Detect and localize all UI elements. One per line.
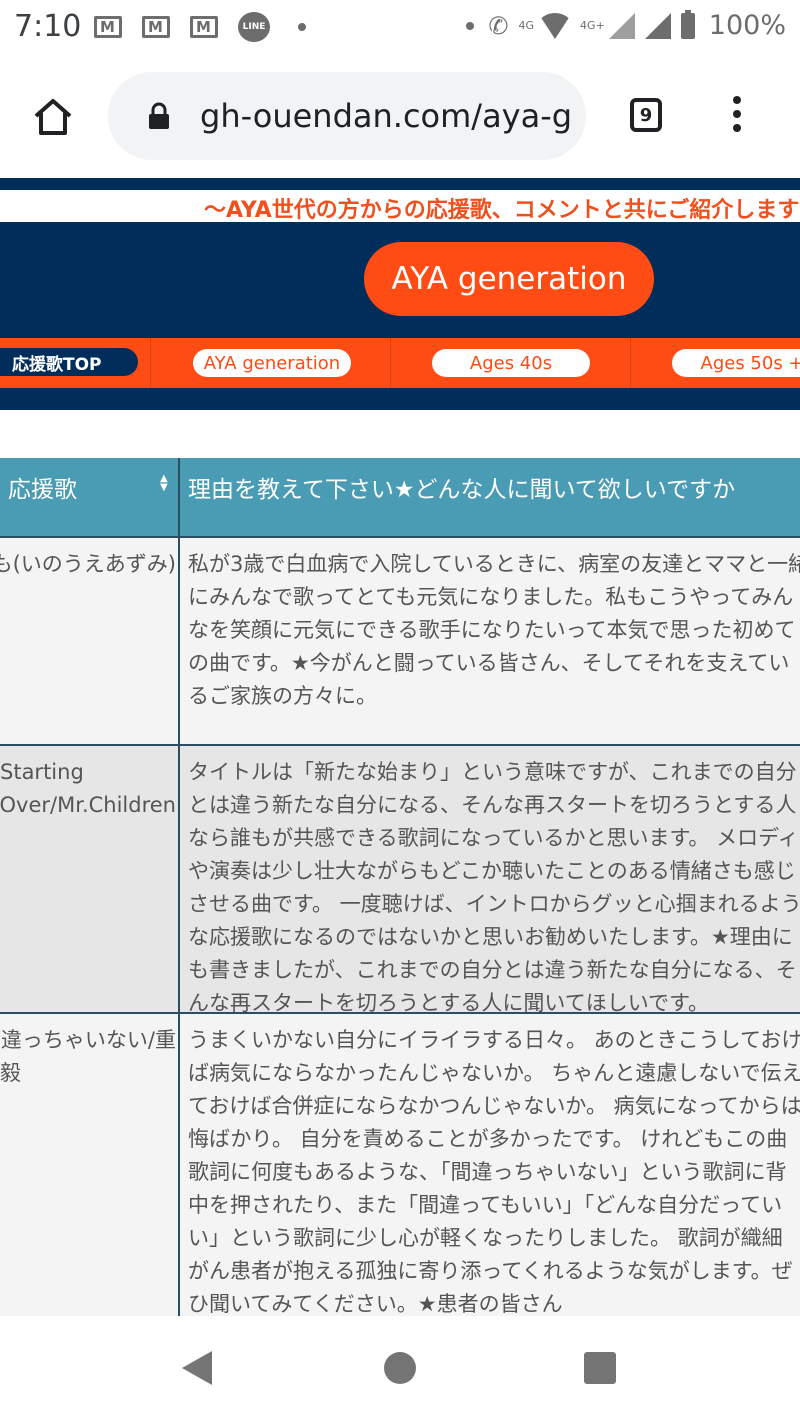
table-row: 間違っちゃいない/重 毅 うまくいかない自分にイライラする日々。 あのときこうし… (0, 1012, 800, 1316)
reason-line: にみんなで歌ってとても元気になりました。私もこうやってみん (188, 585, 794, 609)
home-icon[interactable] (32, 96, 74, 138)
column-header-song[interactable]: 応援歌 (8, 470, 77, 504)
nav-item-aya-generation[interactable]: AYA generation (193, 349, 351, 377)
browser-toolbar: gh-ouendan.com/aya-g 9 (0, 56, 800, 178)
reason-line: なら誰もが共感できる歌詞になっているかと思います。 メロディ (188, 826, 799, 850)
song-title: いつも何度でも(いのうえあずみ) (0, 552, 176, 576)
reason-line: タイトルは「新たな始まり」という意味ですが、これまでの自分 (188, 760, 797, 784)
reason-line: とは違う新たな自分になる、そんな再スタートを切ろうとする人 (188, 793, 797, 817)
address-bar[interactable]: gh-ouendan.com/aya-g (108, 72, 586, 160)
table-header: 応援歌 ▲ ▼ 理由を教えて下さい★どんな人に聞いて欲しいですか (0, 458, 800, 536)
reason-line: い」という歌詞に少し心が軽くなったりしました。 歌詞が織細 (188, 1226, 783, 1250)
nav-divider (390, 338, 391, 388)
reason-line: 中を押されたり、また「間違ってもいい」「どんな自分だってい (188, 1193, 783, 1217)
reason-line: ておけば合併症にならなかつんじゃないか。 病気になってからは (188, 1094, 800, 1118)
column-header-reason[interactable]: 理由を教えて下さい★どんな人に聞いて欲しいですか (188, 470, 735, 504)
home-button-icon[interactable] (384, 1352, 416, 1384)
reason-cell: うまくいかない自分にイライラする日々。 あのときこうしておけ ば病気にならなかっ… (188, 1024, 800, 1316)
gmail-icon: M (142, 16, 170, 38)
gmail-icon: M (190, 16, 218, 38)
reason-line: させる曲です。 一度聴けば、イントロからグッと心掴まれるよう (188, 892, 800, 916)
song-cell: Starting Over/Mr.Children (0, 756, 176, 822)
battery-percent: 100% (708, 10, 786, 41)
hero-banner: AYA generation (0, 222, 800, 338)
song-title: 毅 (0, 1061, 21, 1085)
battery-icon (680, 9, 695, 39)
reason-line: ば病気にならなかったんじゃないか。 ちゃんと遠慮しないで伝え (188, 1061, 800, 1085)
nav-item-ages-50s[interactable]: Ages 50s + (672, 349, 800, 377)
reason-cell: タイトルは「新たな始まり」という意味ですが、これまでの自分 とは違う新たな自分に… (188, 756, 800, 1020)
reason-line: 私が3歳で白血病で入院しているときに、病室の友達とママと一緒 (188, 552, 800, 576)
song-title: 間違っちゃいない/重 (0, 1028, 176, 1052)
site-tagline: ～AYA世代の方からの応援歌、コメントと共にご紹介します (204, 198, 800, 222)
reason-line: るご家族の方々に。 (188, 684, 377, 708)
reason-line: の曲です。★今がんと闘っている皆さん、そしてそれを支えてい (188, 651, 790, 675)
status-time: 7:10 (14, 9, 82, 44)
table-row: Starting Over/Mr.Children タイトルは「新たな始まり」と… (0, 744, 800, 1015)
reason-line: も書きましたが、これまでの自分とは違う新たな自分になる、そ (188, 958, 797, 982)
song-cell: 間違っちゃいない/重 毅 (0, 1024, 176, 1090)
more-notifications-icon (298, 23, 306, 31)
nav-item-top[interactable]: 応援歌TOP (0, 348, 138, 376)
table-row: いつも何度でも(いのうえあずみ) 私が3歳で白血病で入院しているときに、病室の友… (0, 536, 800, 744)
line-icon: LINE (238, 12, 270, 42)
browser-menu-icon[interactable] (731, 96, 743, 138)
category-nav: 応援歌TOP AYA generation Ages 40s Ages 50s … (0, 338, 800, 388)
song-title: Starting (0, 760, 84, 784)
sort-icon[interactable]: ▲ ▼ (160, 474, 168, 493)
network-type-plus: 4G+ (580, 19, 605, 32)
network-type: 4G (518, 19, 535, 32)
tab-switcher-button[interactable]: 9 (630, 98, 662, 132)
song-title: Over/Mr.Children (0, 793, 176, 817)
column-divider (178, 458, 180, 1316)
signal-icon (644, 12, 671, 39)
song-cell: いつも何度でも(いのうえあずみ) (0, 548, 176, 581)
reason-line: 歌詞に何度もあるような、「間違っちゃいない」という歌詞に背 (188, 1160, 787, 1184)
reason-line: な応援歌になるのではないかと思いお勧めいたします。★理由に (188, 925, 793, 949)
status-bar: 7:10 M M M LINE ✆ 4G 4G+ 100% (0, 0, 800, 56)
gmail-icon: M (94, 16, 122, 38)
header-top-band (0, 178, 800, 190)
back-icon[interactable] (182, 1351, 212, 1385)
signal-icon (608, 12, 635, 39)
notification-dot-icon (466, 21, 475, 30)
reason-line: なを笑顔に元気にできる歌手になりたいって本気で思った初めて (188, 618, 796, 642)
reason-cell: 私が3歳で白血病で入院しているときに、病室の友達とママと一緒 にみんなで歌ってと… (188, 548, 800, 713)
url-text: gh-ouendan.com/aya-g (200, 97, 573, 135)
volte-call-icon: ✆ (488, 11, 509, 40)
header-bottom-band (0, 388, 800, 410)
wifi-icon (538, 12, 573, 39)
nav-divider (150, 338, 151, 388)
reason-line: 悔ばかり。 自分を責めることが多かったです。 けれどもこの曲 (188, 1127, 788, 1151)
reason-line: がん患者が抱える孤独に寄り添ってくれるような気がします。ぜ (188, 1259, 793, 1283)
reason-line: や演奏は少し壮大ながらもどこか聴いたことのある情緒さも感じ (188, 859, 796, 883)
page-title: AYA generation (364, 242, 654, 316)
song-table: 応援歌 ▲▼ 理由を教えて下さい★どんな人に聞いて欲しいですか いつも何度でも(… (0, 458, 800, 1316)
system-nav-bar (0, 1316, 800, 1422)
lock-icon (149, 102, 169, 129)
nav-divider (630, 338, 631, 388)
nav-item-ages-40s[interactable]: Ages 40s (432, 349, 590, 377)
site-tagline-bar: ～AYA世代の方からの応援歌、コメントと共にご紹介します (0, 190, 800, 222)
reason-line: ひ聞いてみてください。★患者の皆さん (188, 1292, 563, 1316)
reason-line: うまくいかない自分にイライラする日々。 あのときこうしておけ (188, 1028, 800, 1052)
recent-apps-icon[interactable] (584, 1352, 616, 1384)
